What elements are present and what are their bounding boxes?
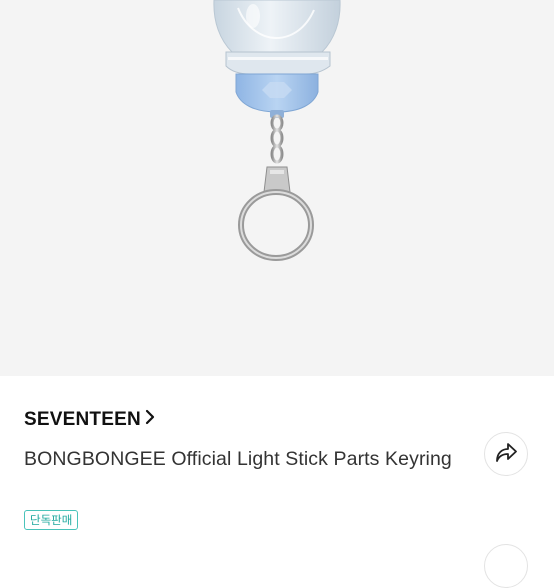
share-button[interactable] <box>484 432 528 476</box>
artist-link[interactable]: SEVENTEEN <box>24 409 155 431</box>
product-title: BONGBONGEE Official Light Stick Parts Ke… <box>24 448 452 470</box>
product-info: SEVENTEEN BONGBONGEE Official Light Stic… <box>0 376 554 588</box>
exclusive-sale-badge: 단독판매 <box>24 510 79 530</box>
action-button[interactable] <box>484 544 528 588</box>
product-image <box>0 0 554 376</box>
chevron-right-icon <box>145 409 155 431</box>
light-stick-globe <box>213 0 341 75</box>
share-icon <box>494 441 518 468</box>
keyring-chain <box>270 114 284 164</box>
light-stick-cap <box>235 73 319 118</box>
artist-name: SEVENTEEN <box>24 409 141 430</box>
keyring-illustration <box>213 0 341 261</box>
